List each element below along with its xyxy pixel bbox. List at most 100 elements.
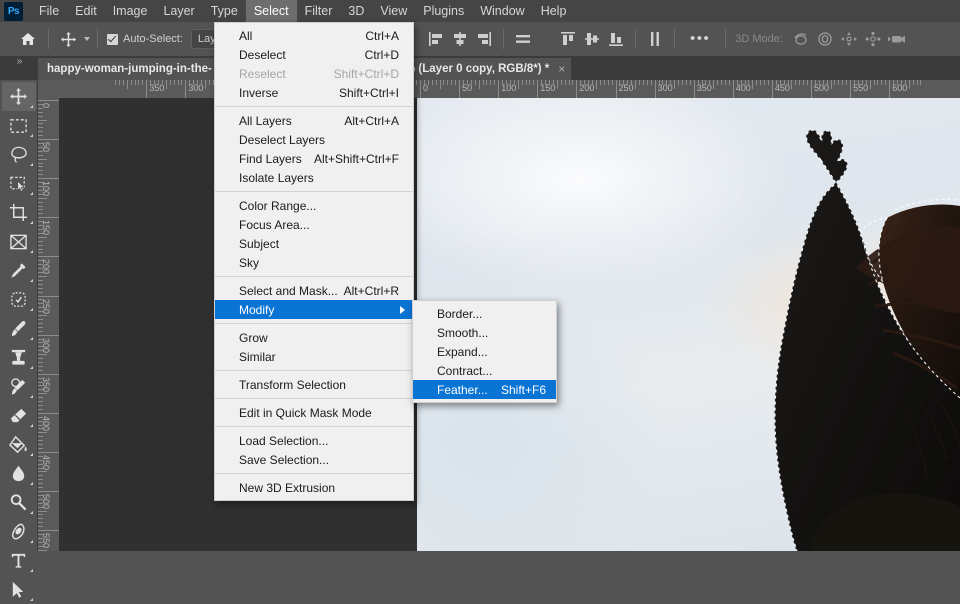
select-menu-item-save-selection[interactable]: Save Selection... [215,450,413,469]
ruler-tick [681,80,683,85]
select-menu-item-find-layers[interactable]: Find Layers Alt+Shift+Ctrl+F [215,149,413,168]
menu-plugins[interactable]: Plugins [415,0,472,22]
align-top-edges-icon[interactable] [557,28,579,50]
modify-submenu-item-border[interactable]: Border... [413,304,556,323]
horizontal-type-tool[interactable] [2,546,36,575]
ruler-tick [38,103,43,105]
ruler-tick [142,80,144,85]
ruler-tick [752,80,754,89]
modify-submenu-dropdown[interactable]: Border... Smooth... Expand... Contract... Fe… [412,300,557,403]
align-left-edges-icon[interactable] [425,28,447,50]
menu-item-label: Feather... [437,382,488,397]
menu-help[interactable]: Help [533,0,575,22]
collapse-panels-icon[interactable]: » [0,54,38,80]
tool-group-corner [29,163,33,166]
horizontal-ruler[interactable]: 3503002502001501005005010015020025030035… [59,80,960,99]
select-menu-item-grow[interactable]: Grow [215,328,413,347]
align-vertical-centers-icon[interactable] [581,28,603,50]
ruler-tick [736,80,738,85]
modify-submenu-item-smooth[interactable]: Smooth... [413,323,556,342]
ruler-tick [38,404,43,406]
roll-3d-icon[interactable] [813,28,837,50]
select-menu-item-similar[interactable]: Similar [215,347,413,366]
document-tab-title-tail: % (Layer 0 copy, RGB/8*) * × [405,58,572,80]
more-options-button[interactable]: ••• [682,31,718,46]
object-selection-tool[interactable] [2,169,36,198]
select-menu-item-select-and-mask[interactable]: Select and Mask... Alt+Ctrl+R [215,281,413,300]
orbit-3d-icon[interactable] [789,28,813,50]
document-tab[interactable]: happy-woman-jumping-in-the- × [38,58,238,80]
ruler-tick [900,80,902,85]
select-menu-item-sky[interactable]: Sky [215,253,413,272]
align-right-edges-icon[interactable] [473,28,495,50]
select-menu-item-isolate-layers[interactable]: Isolate Layers [215,168,413,187]
menu-view[interactable]: View [372,0,415,22]
ruler-tick [623,80,625,85]
select-menu-item-deselect-layers[interactable]: Deselect Layers [215,130,413,149]
ruler-tick [529,80,531,85]
rectangular-marquee-tool[interactable] [2,111,36,140]
select-menu-item-deselect[interactable]: Deselect Ctrl+D [215,45,413,64]
ruler-tick [912,80,914,85]
align-bottom-edges-icon[interactable] [605,28,627,50]
history-brush-tool[interactable] [2,372,36,401]
path-selection-tool[interactable] [2,575,36,604]
lasso-tool[interactable] [2,140,36,169]
menu-image[interactable]: Image [105,0,156,22]
menu-select[interactable]: Select [245,0,297,22]
frame-tool[interactable] [2,227,36,256]
select-menu-item-focus-area[interactable]: Focus Area... [215,215,413,234]
select-menu-item-all-layers[interactable]: All Layers Alt+Ctrl+A [215,111,413,130]
ruler-tick [38,264,43,266]
active-tool-preset[interactable] [60,31,90,48]
modify-submenu-item-expand[interactable]: Expand... [413,342,556,361]
menu-edit[interactable]: Edit [67,0,105,22]
ruler-tick [38,463,43,465]
checkbox-box[interactable] [107,33,118,45]
ruler-tick [439,80,441,89]
ruler-tick [169,80,171,85]
dodge-tool[interactable] [2,488,36,517]
blur-tool[interactable] [2,459,36,488]
select-menu-item-transform-selection[interactable]: Transform Selection [215,375,413,394]
select-menu-item-inverse[interactable]: Inverse Shift+Ctrl+I [215,83,413,102]
menu-3d[interactable]: 3D [340,0,372,22]
pen-tool[interactable] [2,517,36,546]
pan-3d-icon[interactable] [837,28,861,50]
modify-submenu-item-feather[interactable]: Feather... Shift+F6 [413,380,556,399]
eraser-tool[interactable] [2,401,36,430]
select-menu-item-color-range[interactable]: Color Range... [215,196,413,215]
select-menu-item-load-selection[interactable]: Load Selection... [215,431,413,450]
crop-tool[interactable] [2,198,36,227]
move-tool[interactable] [1,82,36,111]
camera-3d-icon[interactable] [885,28,909,50]
select-menu-item-all[interactable]: All Ctrl+A [215,26,413,45]
eyedropper-tool[interactable] [2,256,36,285]
clone-stamp-tool[interactable] [2,343,36,372]
tab-close-icon[interactable]: × [558,62,565,76]
spot-healing-brush-tool[interactable] [2,285,36,314]
select-menu-item-new-3d-extrusion[interactable]: New 3D Extrusion [215,478,413,497]
menu-layer[interactable]: Layer [155,0,202,22]
brush-tool[interactable] [2,314,36,343]
select-menu-dropdown[interactable]: All Ctrl+A Deselect Ctrl+D Reselect Shift+Ctr… [214,22,414,501]
auto-select-checkbox[interactable]: Auto-Select: [107,33,183,45]
select-menu-item-subject[interactable]: Subject [215,234,413,253]
distribute-vertically-icon[interactable] [644,28,666,50]
menu-filter[interactable]: Filter [297,0,341,22]
home-icon[interactable] [15,26,41,52]
gradient-tool[interactable] [2,430,36,459]
menu-window[interactable]: Window [472,0,532,22]
menu-type[interactable]: Type [203,0,246,22]
tool-group-corner [29,337,33,340]
distribute-horizontally-icon[interactable] [512,28,534,50]
ruler-tick [674,80,676,89]
chevron-down-icon[interactable] [84,37,90,41]
select-menu-item-edit-in-quick-mask-mode[interactable]: Edit in Quick Mask Mode [215,403,413,422]
vertical-ruler[interactable]: 0 50 100 150 200 250 300 350 400 450 500 550 [38,98,60,551]
menu-file[interactable]: File [31,0,67,22]
modify-submenu-item-contract[interactable]: Contract... [413,361,556,380]
align-horizontal-centers-icon[interactable] [449,28,471,50]
slide-3d-icon[interactable] [861,28,885,50]
select-menu-item-modify[interactable]: Modify [215,300,413,319]
